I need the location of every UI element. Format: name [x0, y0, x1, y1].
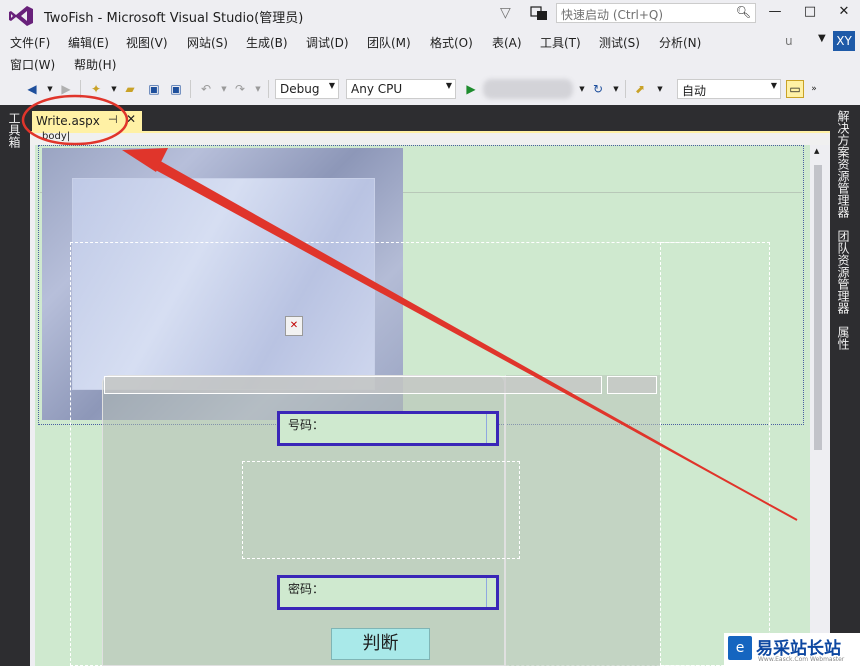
layout-column [660, 242, 770, 666]
field-divider [486, 578, 487, 607]
menu-table[interactable]: 表(A) [492, 34, 522, 51]
close-tab-icon[interactable]: ✕ [126, 112, 136, 126]
menu-help[interactable]: 帮助(H) [74, 56, 116, 73]
toolbar-separator [80, 80, 81, 98]
tab-label: Write.aspx [36, 114, 100, 128]
chevron-down-icon[interactable]: ▼ [42, 81, 58, 97]
chevron-down-icon[interactable]: ▼ [216, 81, 232, 97]
number-label: 号码： [288, 418, 325, 432]
open-folder-icon[interactable]: ▰ [122, 81, 138, 97]
navigate-forward-icon[interactable]: ▶ [58, 81, 74, 97]
breadcrumb-tag[interactable]: body [42, 131, 67, 142]
zoom-value: 自动 [682, 84, 707, 98]
solution-platform-dropdown[interactable]: Any CPU ▼ [346, 79, 456, 99]
close-window-button[interactable]: ✕ [834, 4, 854, 22]
panel-header-cell [607, 376, 657, 394]
toolbox-tab[interactable]: 工具箱 [7, 112, 23, 148]
refresh-icon[interactable]: ↻ [590, 81, 606, 97]
toolbar-separator [190, 80, 191, 98]
minimize-button[interactable]: — [765, 4, 785, 22]
chevron-down-icon: ▼ [770, 81, 777, 90]
menu-team[interactable]: 团队(M) [367, 34, 411, 51]
solution-explorer-tab[interactable]: 解决方案资源管理器 [836, 110, 852, 218]
show-borders-icon[interactable]: ▭ [786, 80, 804, 98]
password-label: 密码： [288, 582, 325, 596]
menu-build[interactable]: 生成(B) [246, 34, 288, 51]
solution-configuration-value: Debug [280, 82, 320, 96]
tag-navigator-bar [30, 131, 830, 145]
avatar[interactable]: XY [833, 31, 855, 51]
visual-studio-logo-icon [9, 6, 33, 26]
scroll-up-icon[interactable]: ▲ [814, 147, 819, 155]
menu-format[interactable]: 格式(O) [430, 34, 473, 51]
breadcrumb[interactable]: body| [42, 131, 70, 142]
chevron-down-icon: ▼ [445, 81, 452, 90]
menu-website[interactable]: 网站(S) [187, 34, 228, 51]
chevron-down-icon[interactable]: ▼ [106, 81, 122, 97]
maximize-button[interactable]: □ [800, 4, 820, 22]
toolbar-overflow-icon[interactable]: » [806, 81, 822, 97]
properties-tab[interactable]: 属性 [836, 326, 852, 350]
menu-test[interactable]: 测试(S) [599, 34, 640, 51]
caret: | [66, 131, 71, 142]
browser-target-button[interactable] [483, 79, 573, 99]
menu-debug[interactable]: 调试(D) [306, 34, 349, 51]
undo-icon[interactable]: ↶ [198, 81, 214, 97]
spacer-cell [242, 461, 520, 559]
menu-view[interactable]: 视图(V) [126, 34, 168, 51]
chevron-down-icon[interactable]: ▼ [818, 33, 826, 44]
zoom-dropdown[interactable]: 自动 ▼ [677, 79, 781, 99]
watermark-logo-icon: e [728, 636, 752, 660]
chevron-down-icon: ▼ [328, 81, 335, 90]
scrollbar-thumb[interactable] [814, 165, 822, 450]
field-divider [486, 414, 487, 443]
solution-configuration-dropdown[interactable]: Debug ▼ [275, 79, 339, 99]
new-project-icon[interactable]: ✦ [88, 81, 104, 97]
menu-tools[interactable]: 工具(T) [540, 34, 581, 51]
menu-file[interactable]: 文件(F) [10, 34, 50, 51]
toolbar-separator [625, 80, 626, 98]
start-debugging-icon[interactable]: ▶ [463, 81, 479, 97]
left-tool-window-strip [0, 105, 30, 666]
feedback-icon[interactable] [530, 5, 548, 21]
document-tab-bar [30, 105, 830, 131]
team-explorer-tab[interactable]: 团队资源管理器 [836, 230, 852, 314]
save-all-icon[interactable]: ▣ [168, 81, 184, 97]
quick-launch-input[interactable]: 快速启动 (Ctrl+Q) 🔍︎ [556, 3, 756, 23]
user-name[interactable]: u [785, 34, 793, 48]
save-icon[interactable]: ▣ [146, 81, 162, 97]
watermark-subtext: Www.Easck.Com Webmaster [758, 656, 845, 663]
search-icon: 🔍︎ [735, 5, 751, 19]
quick-launch-placeholder: 快速启动 (Ctrl+Q) [561, 8, 664, 22]
menu-edit[interactable]: 编辑(E) [68, 34, 109, 51]
notification-flag-icon[interactable]: ▽ [500, 5, 516, 21]
judge-button[interactable]: 判断 [331, 628, 430, 660]
chevron-down-icon[interactable]: ▼ [652, 81, 668, 97]
panel-header [104, 376, 602, 394]
pin-icon[interactable]: ⊣ [108, 113, 118, 126]
login-panel-side [505, 375, 660, 666]
menu-window[interactable]: 窗口(W) [10, 56, 55, 73]
window-title: TwoFish - Microsoft Visual Studio(管理员) [44, 11, 304, 26]
chevron-down-icon[interactable]: ▼ [574, 81, 590, 97]
browser-link-icon[interactable]: ⬈ [632, 81, 648, 97]
solution-platform-value: Any CPU [351, 82, 403, 96]
chevron-down-icon[interactable]: ▼ [250, 81, 266, 97]
redo-icon[interactable]: ↷ [232, 81, 248, 97]
chevron-down-icon[interactable]: ▼ [608, 81, 624, 97]
navigate-back-icon[interactable]: ◀ [24, 81, 40, 97]
menu-analyze[interactable]: 分析(N) [659, 34, 701, 51]
toolbar-separator [268, 80, 269, 98]
